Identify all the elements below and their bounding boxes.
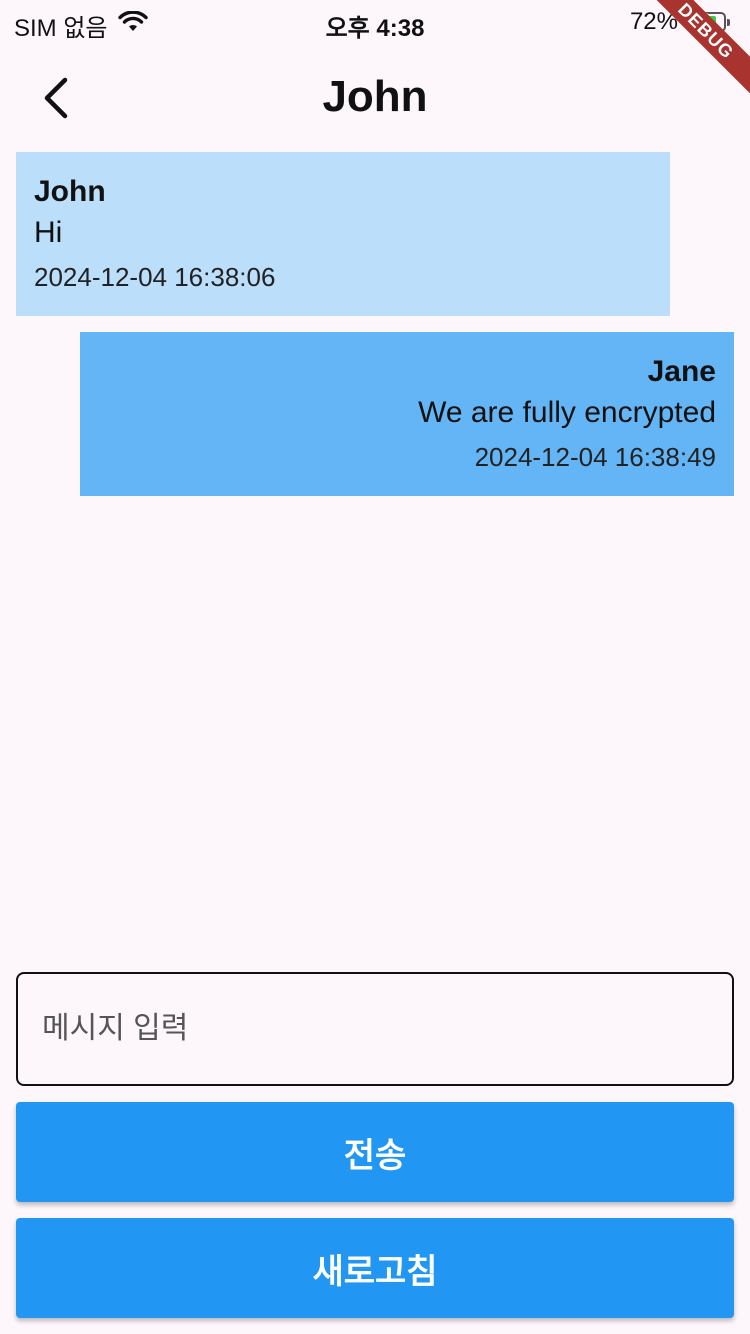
message-sender: Jane [647,355,716,388]
battery-cap [727,19,730,26]
message-text: Hi [34,216,63,249]
message-timestamp: 2024-12-04 16:38:06 [34,262,276,292]
app-bar: John [0,56,750,146]
message-bubble-sent: Jane We are fully encrypted 2024-12-04 1… [80,332,734,496]
message-sender: John [34,175,106,208]
refresh-button[interactable]: 새로고침 [16,1218,734,1318]
message-input[interactable] [16,972,734,1086]
status-bar: SIM 없음 오후 4:38 72% [0,0,750,42]
send-button[interactable]: 전송 [16,1102,734,1202]
message-bubble-received: John Hi 2024-12-04 16:38:06 [16,152,670,316]
message-text: We are fully encrypted [418,396,716,429]
message-timestamp: 2024-12-04 16:38:49 [474,442,716,472]
page-title: John [322,72,428,121]
